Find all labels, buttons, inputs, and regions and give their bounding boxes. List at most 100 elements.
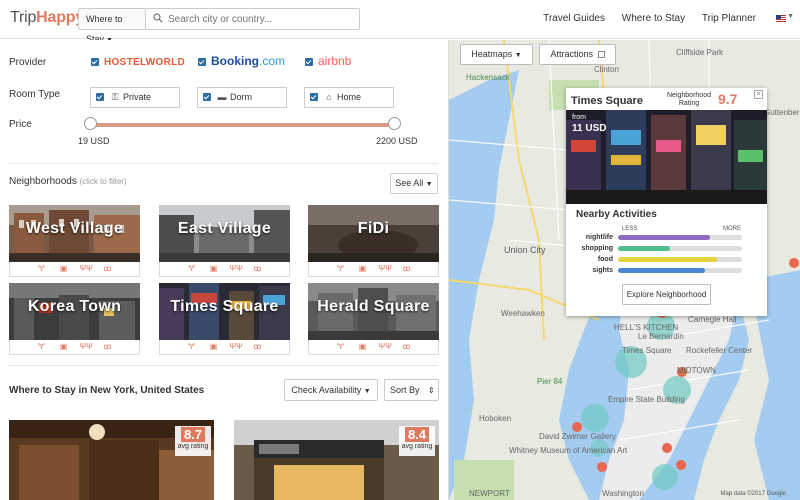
price-max-handle[interactable] <box>388 117 401 130</box>
shopping-bag-icon: ▣ <box>209 264 218 273</box>
map-label: Hoboken <box>479 414 512 423</box>
map-label: Carnegie Hall <box>688 315 737 324</box>
room-home-toggle[interactable]: ⌂ Home <box>304 87 394 108</box>
attractions-checkbox[interactable] <box>597 51 605 59</box>
search-input[interactable] <box>168 12 353 27</box>
price-slider-track[interactable] <box>90 123 395 127</box>
fork-knife-icon: ΨΨ <box>229 342 243 351</box>
fork-knife-icon: ΨΨ <box>79 342 93 351</box>
price-min-handle[interactable] <box>84 117 97 130</box>
heatmaps-dropdown[interactable]: Heatmaps ▼ <box>460 44 533 65</box>
search-icon <box>153 13 163 23</box>
see-all-dropdown[interactable]: See All ▼ <box>390 173 438 194</box>
activity-icons: 🝖 ▣ ΨΨ ꝏ <box>9 340 140 355</box>
popup-price: 11 USD <box>572 123 607 134</box>
chevron-down-icon[interactable]: ▼ <box>787 13 794 20</box>
binoculars-icon: ꝏ <box>402 342 411 351</box>
neighborhood-tile-times-square[interactable]: Times Square 🝖 ▣ ΨΨ ꝏ <box>159 283 290 355</box>
popup-title: Times Square <box>571 95 643 107</box>
shopping-bag-icon: ▣ <box>358 264 367 273</box>
map-label: Washington <box>602 489 644 498</box>
search-box[interactable] <box>146 8 360 30</box>
shopping-bag-icon: ▣ <box>59 342 68 351</box>
map-label: Cliffside Park <box>676 48 723 57</box>
activity-row-food: food <box>566 256 767 265</box>
rating-badge: 8.4 avg rating <box>399 426 435 456</box>
map-label: Whitney Museum of American Art <box>509 446 628 455</box>
key-icon: ⚿ <box>111 92 119 102</box>
activity-row-sights: sights <box>566 267 767 276</box>
listing-card[interactable]: 8.7 avg rating <box>9 420 214 500</box>
booking-checkbox[interactable] <box>198 58 206 66</box>
cocktail-icon: 🝖 <box>336 342 345 351</box>
filter-panel: Provider HOSTELWORLD Booking.com airbnb … <box>0 40 448 500</box>
activity-icons: 🝖 ▣ ΨΨ ꝏ <box>9 262 140 277</box>
map[interactable]: Heatmaps ▼ Attractions Cliffside Park Ha… <box>448 40 800 500</box>
shopping-bag-icon: ▣ <box>209 342 218 351</box>
nav-links: Travel Guides Where to Stay Trip Planner <box>529 13 756 24</box>
neighborhood-name: Times Square <box>170 298 279 315</box>
activity-row-shopping: shopping <box>566 245 767 254</box>
activity-icons: 🝖 ▣ ΨΨ ꝏ <box>159 340 290 355</box>
logo[interactable]: TripHappy <box>10 9 84 27</box>
neighborhood-name: West Village <box>25 220 124 237</box>
activity-icons: 🝖 ▣ ΨΨ ꝏ <box>308 340 439 355</box>
attractions-toggle[interactable]: Attractions <box>539 44 616 65</box>
activity-icons: 🝖 ▣ ΨΨ ꝏ <box>159 262 290 277</box>
neighborhood-name: FiDi <box>357 220 390 237</box>
us-flag-icon[interactable] <box>776 15 786 22</box>
cocktail-icon: 🝖 <box>37 264 46 273</box>
map-label: Hackensack <box>466 73 510 82</box>
activity-bar-fill <box>618 246 671 251</box>
neighborhood-popup: Times Square Neighborhood Rating 9.7 × fr… <box>566 88 767 316</box>
fork-knife-icon: ΨΨ <box>378 342 392 351</box>
cocktail-icon: 🝖 <box>187 342 196 351</box>
map-label: Union City <box>504 245 546 255</box>
airbnb-logo: airbnb <box>318 54 352 68</box>
neighborhood-tile-herald-square[interactable]: Herald Square 🝖 ▣ ΨΨ ꝏ <box>308 283 439 355</box>
private-checkbox[interactable] <box>96 93 104 101</box>
neighborhood-tile-east-village[interactable]: East Village 🝖 ▣ ΨΨ ꝏ <box>159 205 290 277</box>
sort-by-dropdown[interactable]: Sort By ⇕ <box>384 379 439 401</box>
neighborhood-tile-fidi[interactable]: FiDi 🝖 ▣ ΨΨ ꝏ <box>308 205 439 277</box>
popup-photo: from 11 USD <box>566 110 767 204</box>
listing-card[interactable]: 8.4 avg rating <box>234 420 439 500</box>
listings-title: Where to Stay in New York, United States <box>9 385 205 396</box>
activity-bar-fill <box>618 257 718 262</box>
room-dorm-toggle[interactable]: ▬ Dorm <box>197 87 287 108</box>
neighborhoods-title: Neighborhoods (click to filter) <box>9 176 127 187</box>
neighborhood-name: Korea Town <box>27 298 122 315</box>
map-label: Weehawken <box>501 309 545 318</box>
map-label: Guttenberg <box>764 108 800 117</box>
where-to-stay-dropdown[interactable]: Where to Stay▼ <box>78 8 146 44</box>
home-checkbox[interactable] <box>310 93 318 101</box>
rating-badge: 8.7 avg rating <box>175 426 211 456</box>
room-type-label: Room Type <box>9 89 60 100</box>
cocktail-icon: 🝖 <box>336 264 345 273</box>
activity-bar-fill <box>618 268 705 273</box>
binoculars-icon: ꝏ <box>253 342 262 351</box>
cocktail-icon: 🝖 <box>37 342 46 351</box>
hostelworld-checkbox[interactable] <box>91 58 99 66</box>
map-label: Le Bernardin <box>638 332 684 341</box>
top-nav: TripHappy Where to Stay▼ Travel Guides W… <box>0 0 800 44</box>
neighborhood-tile-west-village[interactable]: West Village 🝖 ▣ ΨΨ ꝏ <box>9 205 140 277</box>
airbnb-checkbox[interactable] <box>305 58 313 66</box>
price-label: Price <box>9 119 32 130</box>
fork-knife-icon: ΨΨ <box>229 264 243 273</box>
room-private-toggle[interactable]: ⚿ Private <box>90 87 180 108</box>
map-label: Pier 84 <box>537 377 563 386</box>
close-icon[interactable]: × <box>754 90 763 99</box>
activity-bar <box>618 235 742 240</box>
nav-where-to-stay[interactable]: Where to Stay <box>622 13 685 24</box>
neighborhood-tile-korea-town[interactable]: Korea Town 🝖 ▣ ΨΨ ꝏ <box>9 283 140 355</box>
activity-label: food <box>597 256 613 263</box>
activity-icons: 🝖 ▣ ΨΨ ꝏ <box>308 262 439 277</box>
map-label: Empire State Building <box>608 395 685 404</box>
nav-trip-planner[interactable]: Trip Planner <box>702 13 756 24</box>
binoculars-icon: ꝏ <box>253 264 262 273</box>
check-availability-button[interactable]: Check Availability ▼ <box>284 379 378 401</box>
dorm-checkbox[interactable] <box>203 93 211 101</box>
explore-neighborhood-button[interactable]: Explore Neighborhood <box>622 284 711 305</box>
nav-travel-guides[interactable]: Travel Guides <box>543 13 605 24</box>
